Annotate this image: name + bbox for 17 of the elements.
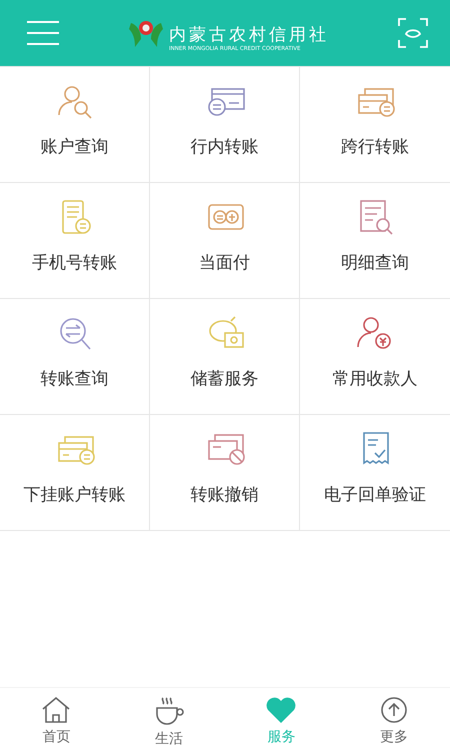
service-tile[interactable]: 手机号转账 (0, 183, 150, 299)
service-tile[interactable]: 当面付 (150, 183, 300, 299)
more-icon (380, 696, 408, 724)
service-tile[interactable]: 下挂账户转账 (0, 415, 150, 531)
service-tile[interactable]: 账户查询 (0, 67, 150, 183)
heart-icon (265, 696, 298, 724)
service-tile[interactable]: 转账查询 (0, 299, 150, 415)
logo-title: 内蒙古农村信用社 (169, 25, 329, 45)
nav-tab[interactable]: 生活 (112, 688, 225, 750)
scan-icon[interactable] (398, 18, 428, 48)
service-tile[interactable]: 储蓄服务 (150, 299, 300, 415)
nav-tab[interactable]: 首页 (0, 688, 112, 750)
home-icon (41, 696, 72, 724)
menu-icon[interactable] (26, 20, 60, 46)
nav-tab[interactable]: 更多 (338, 688, 450, 750)
service-tile[interactable]: 行内转账 (150, 67, 300, 183)
service-tile[interactable]: 转账撤销 (150, 415, 300, 531)
